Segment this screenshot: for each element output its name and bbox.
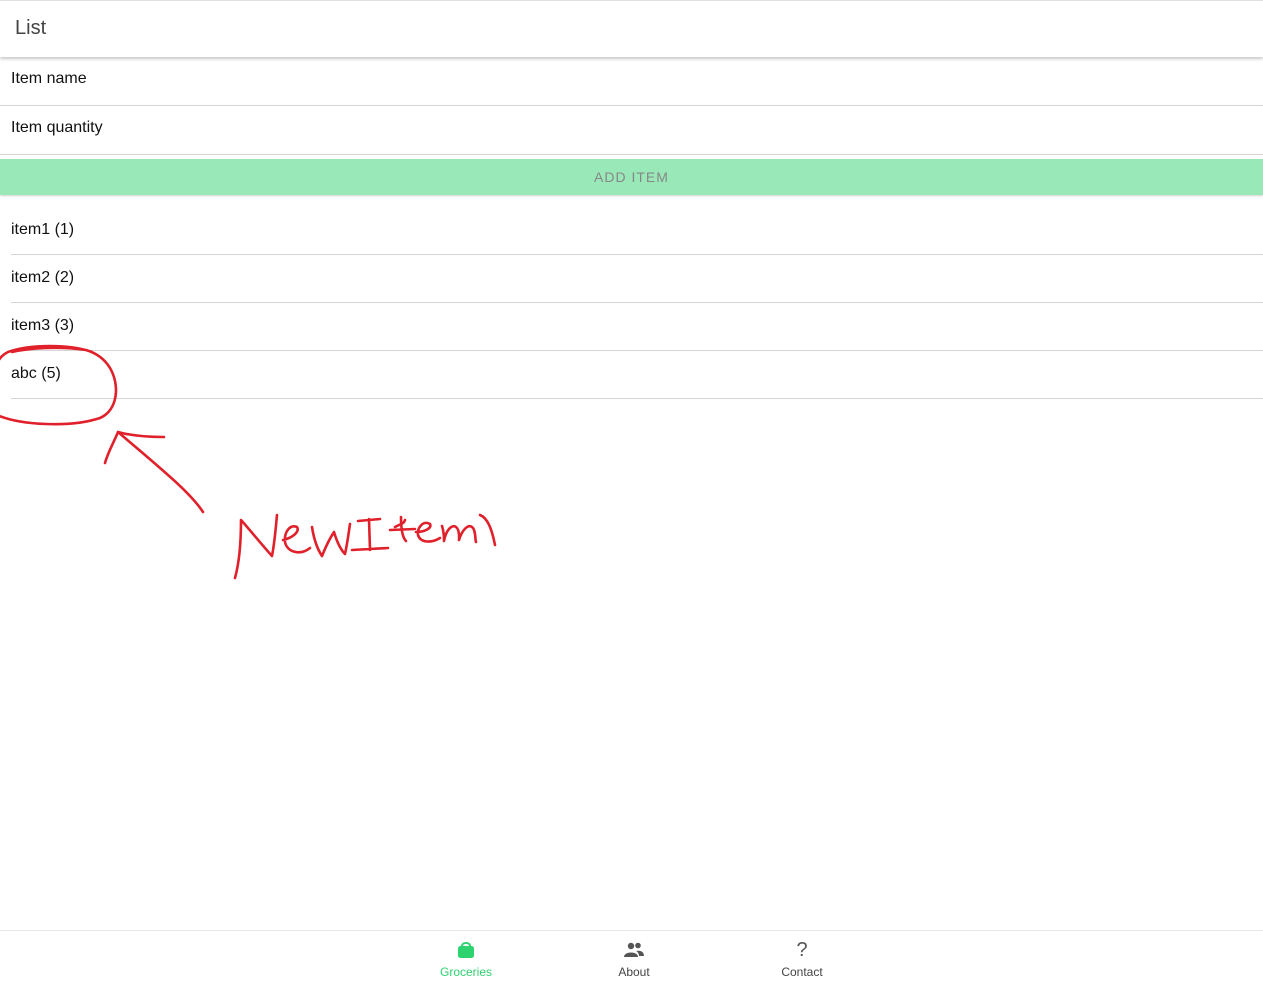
grocery-list: item1 (1) item2 (2) item3 (3) abc (5) [11,207,1263,399]
app-header: List [0,0,1263,57]
tab-label: About [618,965,650,979]
item-quantity-row [0,106,1263,155]
question-mark-icon: ? [796,939,808,961]
item-quantity-input[interactable] [11,119,1251,137]
list-item[interactable]: item1 (1) [11,207,1263,255]
list-item[interactable]: item2 (2) [11,255,1263,303]
add-item-button[interactable]: ADD ITEM [0,159,1263,195]
page-title: List [15,17,47,39]
tab-label: Groceries [439,965,492,979]
item-name-input[interactable] [11,70,1251,88]
shopping-bag-icon [411,939,521,961]
tab-label: Contact [781,965,823,979]
tab-groceries[interactable]: Groceries [411,939,521,979]
people-icon [579,939,689,961]
item-name-row [0,57,1263,106]
tab-contact[interactable]: ? Contact [747,939,857,979]
bottom-tab-bar: Groceries About ? Contact [0,930,1263,983]
annotation-text-strokes [233,513,497,580]
list-item[interactable]: item3 (3) [11,303,1263,351]
list-item[interactable]: abc (5) [11,351,1263,399]
tab-about[interactable]: About [579,939,689,979]
annotation-arrow [103,430,205,514]
